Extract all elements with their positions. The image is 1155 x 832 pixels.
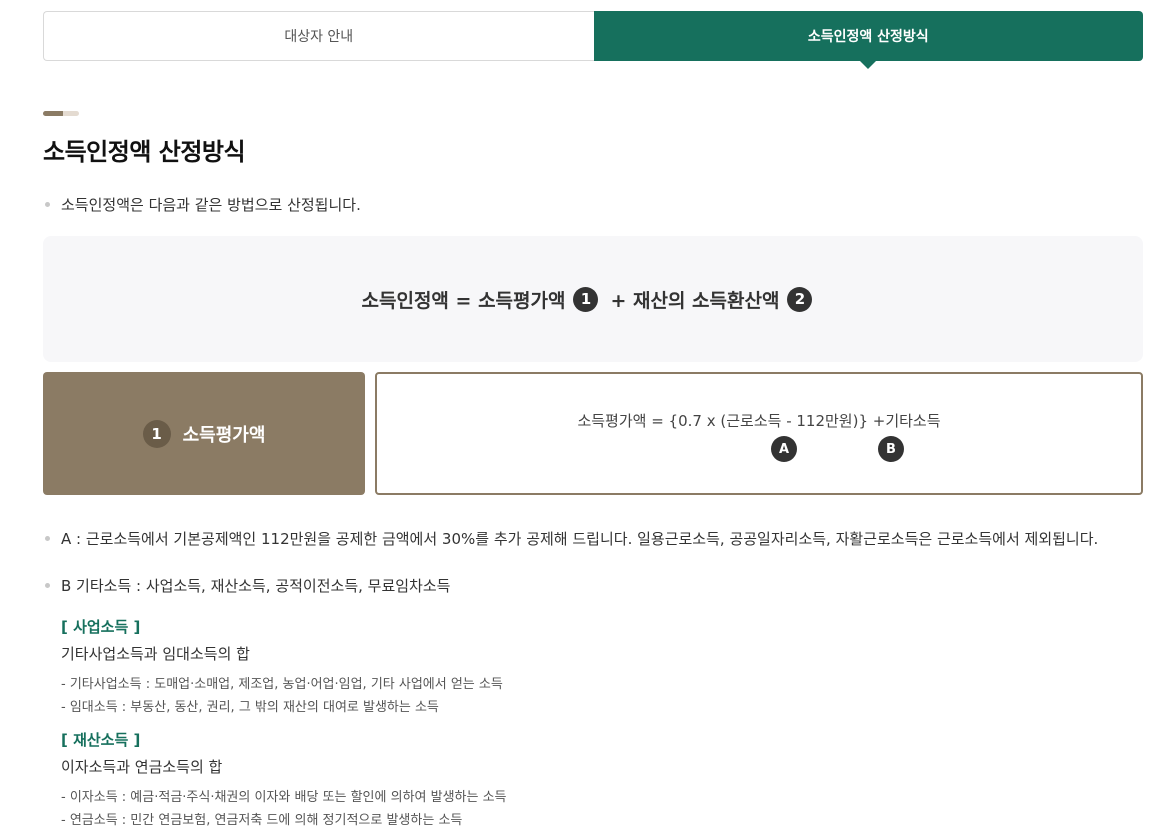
business-income-heading: [ 사업소득 ] <box>61 618 141 636</box>
intro-text: 소득인정액은 다음과 같은 방법으로 산정됩니다. <box>61 196 361 214</box>
card-title: 소득평가액 <box>182 424 266 446</box>
marker-a-badge: A <box>771 436 797 462</box>
note-b-item: B 기타소득 : 사업소득, 재산소득, 공적이전소득, 무료임차소득 <box>45 575 450 596</box>
formula-box: 소득인정액 = 소득평가액 1 + 재산의 소득환산액 2 <box>43 236 1143 362</box>
formula-part2: + 재산의 소득환산액 <box>610 289 780 312</box>
tab-income-calculation[interactable]: 소득인정액 산정방식 <box>593 11 1143 69</box>
decoration-bar-light <box>63 111 79 116</box>
title-decoration <box>43 111 79 116</box>
number-2-badge: 2 <box>787 286 813 312</box>
active-tab-arrow-icon <box>860 61 877 69</box>
bullet-dot-icon <box>45 202 50 207</box>
marker-b-badge: B <box>878 436 904 462</box>
property-income-item: - 연금소득 : 민간 연금보험, 연금저축 드에 의해 정기적으로 발생하는 … <box>61 813 463 828</box>
income-evaluation-formula-card: 소득평가액 = {0.7 x (근로소득 - 112만원)} +기타소득 A B <box>375 372 1143 495</box>
tab-eligibility-guide[interactable]: 대상자 안내 <box>43 11 594 61</box>
bullet-dot-icon <box>45 583 50 588</box>
note-a-text: A : 근로소득에서 기본공제액인 112만원을 공제한 금액에서 30%를 추… <box>61 530 1099 548</box>
card-number-badge: 1 <box>142 419 171 448</box>
tab-bar: 대상자 안내 소득인정액 산정방식 <box>43 11 1143 69</box>
tab-label: 소득인정액 산정방식 <box>807 29 929 45</box>
income-evaluation-equation: 소득평가액 = {0.7 x (근로소득 - 112만원)} +기타소득 <box>577 412 941 430</box>
property-income-summary: 이자소득과 연금소득의 합 <box>61 758 223 776</box>
tab-label: 대상자 안내 <box>284 29 354 45</box>
formula-part1: 소득인정액 = 소득평가액 <box>361 289 566 312</box>
number-1-badge: 1 <box>573 286 599 312</box>
note-a-item: A : 근로소득에서 기본공제액인 112만원을 공제한 금액에서 30%를 추… <box>45 528 1098 549</box>
page-title: 소득인정액 산정방식 <box>43 138 246 166</box>
business-income-item: - 기타사업소득 : 도매업·소매업, 제조업, 농업·어업·임업, 기타 사업… <box>61 677 503 692</box>
decoration-bar-dark <box>43 111 65 116</box>
business-income-item: - 임대소득 : 부동산, 동산, 권리, 그 밖의 재산의 대여로 발생하는 … <box>61 700 439 715</box>
business-income-summary: 기타사업소득과 임대소득의 합 <box>61 645 250 663</box>
income-evaluation-card: 1 소득평가액 <box>43 372 365 495</box>
bullet-dot-icon <box>45 536 50 541</box>
property-income-item: - 이자소득 : 예금·적금·주식·채권의 이자와 배당 또는 할인에 의하여 … <box>61 790 507 805</box>
property-income-heading: [ 재산소득 ] <box>61 731 141 749</box>
note-b-text: B 기타소득 : 사업소득, 재산소득, 공적이전소득, 무료임차소득 <box>61 577 451 595</box>
intro-item: 소득인정액은 다음과 같은 방법으로 산정됩니다. <box>45 194 361 215</box>
